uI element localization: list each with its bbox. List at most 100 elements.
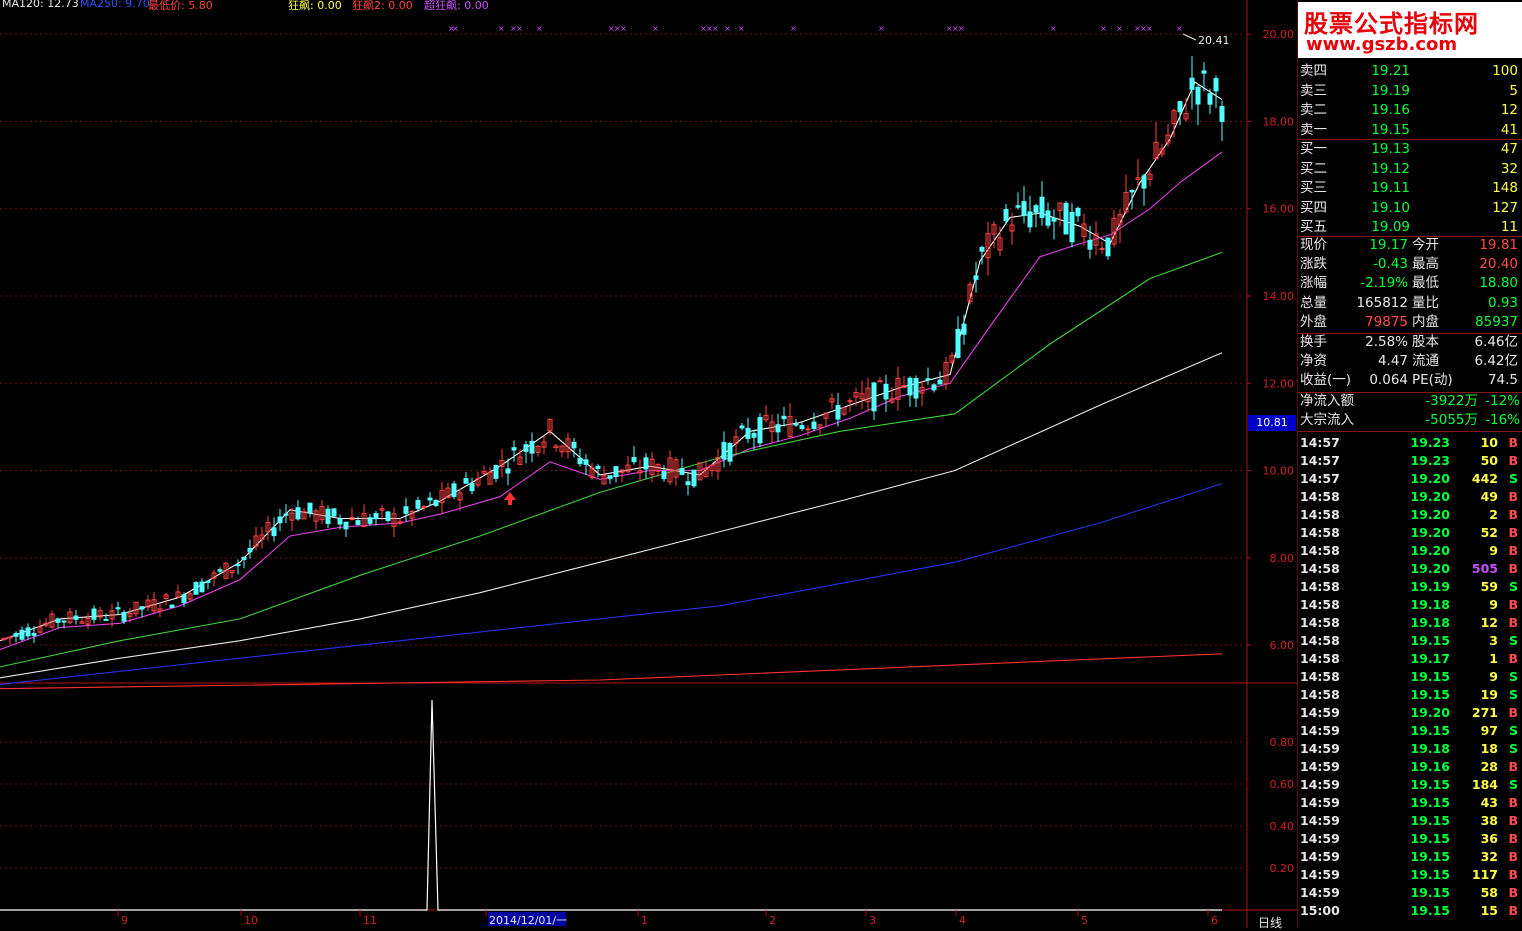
candle-body bbox=[271, 527, 277, 537]
candle-body bbox=[529, 440, 535, 454]
tick-row: 15:00 19.15 15 B bbox=[1298, 902, 1522, 920]
tick-price: 19.15 bbox=[1410, 813, 1450, 828]
candle-body bbox=[511, 447, 517, 451]
tick-price: 19.15 bbox=[1410, 777, 1450, 792]
tick-side: B bbox=[1508, 543, 1518, 558]
indicator-tick-label: 0.40 bbox=[1270, 820, 1295, 833]
bid-volume: 47 bbox=[1500, 141, 1518, 157]
signal-mark-icon: × bbox=[1146, 24, 1153, 33]
candle-body bbox=[1213, 77, 1219, 92]
candle-body bbox=[973, 275, 979, 280]
tick-side: S bbox=[1508, 723, 1518, 738]
candle-body bbox=[979, 246, 985, 252]
tick-time: 14:58 bbox=[1300, 525, 1340, 540]
tick-price: 19.20 bbox=[1410, 471, 1450, 486]
tick-price: 19.20 bbox=[1410, 525, 1450, 540]
quote-value: 20.40 bbox=[1479, 256, 1518, 273]
tick-side: S bbox=[1508, 669, 1518, 684]
tick-volume: 15 bbox=[1480, 903, 1498, 918]
tick-time: 14:57 bbox=[1300, 453, 1340, 468]
signal-mark-icon: × bbox=[738, 24, 745, 33]
tick-time: 14:59 bbox=[1300, 867, 1340, 882]
candle-body bbox=[181, 594, 187, 604]
date-label: 10 bbox=[244, 914, 258, 927]
candle-body bbox=[103, 618, 109, 621]
candle-body bbox=[577, 457, 583, 465]
quote-value: 79875 bbox=[1365, 313, 1408, 330]
signal-mark-icon: × bbox=[452, 24, 459, 33]
tick-volume: 9 bbox=[1489, 597, 1498, 612]
candle-body bbox=[385, 511, 391, 521]
bid-volume: 148 bbox=[1492, 180, 1518, 196]
candle-body bbox=[931, 384, 937, 391]
tick-time: 14:58 bbox=[1300, 633, 1340, 648]
price-tick-label: 10.00 bbox=[1263, 465, 1295, 478]
kline-chart[interactable]: 20.0018.0016.0014.0012.0010.008.006.0020… bbox=[0, 0, 1298, 928]
tick-side: B bbox=[1508, 795, 1518, 810]
tick-volume: 184 bbox=[1471, 777, 1498, 792]
tick-price: 19.15 bbox=[1410, 795, 1450, 810]
ask-volume: 41 bbox=[1500, 121, 1518, 138]
tick-row: 14:58 19.15 19 S bbox=[1298, 686, 1522, 704]
flow-value: -3922万 bbox=[1425, 393, 1478, 409]
flow-row: 大宗流入 -5055万 -16% bbox=[1298, 411, 1522, 430]
tick-side: B bbox=[1508, 705, 1518, 720]
tick-row: 14:58 19.20 9 B bbox=[1298, 542, 1522, 560]
tick-price: 19.15 bbox=[1410, 723, 1450, 738]
quote-row: 总量 165812 量比 0.93 bbox=[1298, 294, 1522, 313]
candle-body bbox=[325, 508, 331, 524]
tick-time: 14:58 bbox=[1300, 687, 1340, 702]
watermark-logo: 股票公式指标网 www.gszb.com bbox=[1298, 2, 1522, 58]
ma-line-ma120 bbox=[0, 483, 1223, 685]
candle-body bbox=[1207, 93, 1213, 105]
tick-row: 14:59 19.15 97 S bbox=[1298, 722, 1522, 740]
candle-body bbox=[121, 611, 127, 622]
candle-body bbox=[7, 636, 13, 639]
tick-price: 19.23 bbox=[1410, 435, 1450, 450]
signal-mark-icon: × bbox=[1100, 24, 1107, 33]
tick-volume: 49 bbox=[1480, 489, 1498, 504]
tick-side: S bbox=[1508, 471, 1518, 486]
bid-label: 买四 bbox=[1300, 199, 1327, 216]
candle-body bbox=[355, 520, 361, 526]
candle-body bbox=[937, 379, 943, 385]
candle-body bbox=[685, 481, 691, 486]
tick-time: 14:59 bbox=[1300, 723, 1340, 738]
candle-body bbox=[295, 507, 301, 520]
candle-body bbox=[25, 627, 31, 637]
bid-label: 买一 bbox=[1300, 141, 1327, 157]
candle-body bbox=[631, 457, 637, 463]
signal-mark-icon: × bbox=[1116, 24, 1123, 33]
quote-label: 涨跌 bbox=[1300, 256, 1327, 273]
signal-mark-icon: × bbox=[790, 24, 797, 33]
tick-row: 14:59 19.15 184 S bbox=[1298, 776, 1522, 794]
quote-value: 18.80 bbox=[1479, 275, 1518, 292]
signal-mark-icon: × bbox=[620, 24, 627, 33]
tick-row: 14:58 19.19 59 S bbox=[1298, 578, 1522, 596]
price-tick-label: 18.00 bbox=[1263, 115, 1295, 128]
finance-label: 股本 bbox=[1412, 334, 1439, 350]
tick-price: 19.18 bbox=[1410, 615, 1450, 630]
ma-line-ma5 bbox=[0, 81, 1223, 642]
date-label: 11 bbox=[363, 914, 377, 927]
candle-body bbox=[1099, 247, 1105, 250]
indicator-tick-label: 0.80 bbox=[1270, 736, 1295, 749]
tick-side: B bbox=[1508, 435, 1518, 450]
tick-time: 14:59 bbox=[1300, 759, 1340, 774]
candle-body bbox=[169, 604, 175, 608]
candle-body bbox=[61, 620, 67, 623]
high-pointer bbox=[1182, 33, 1197, 41]
tick-volume: 19 bbox=[1480, 687, 1498, 702]
candle-body bbox=[613, 466, 619, 478]
candle-body bbox=[1045, 210, 1051, 226]
legend-item: 狂飙: 0.00 bbox=[288, 0, 342, 12]
date-label: 1 bbox=[641, 914, 648, 927]
legend-item: MA250: 9.70 bbox=[80, 0, 150, 10]
tick-time: 14:58 bbox=[1300, 615, 1340, 630]
candle-body bbox=[421, 506, 427, 509]
ask-label: 卖二 bbox=[1300, 102, 1327, 118]
candle-body bbox=[13, 633, 19, 637]
candle-body bbox=[505, 468, 511, 474]
candle-body bbox=[1219, 106, 1225, 122]
period-tab[interactable]: 日线 bbox=[1258, 914, 1282, 931]
